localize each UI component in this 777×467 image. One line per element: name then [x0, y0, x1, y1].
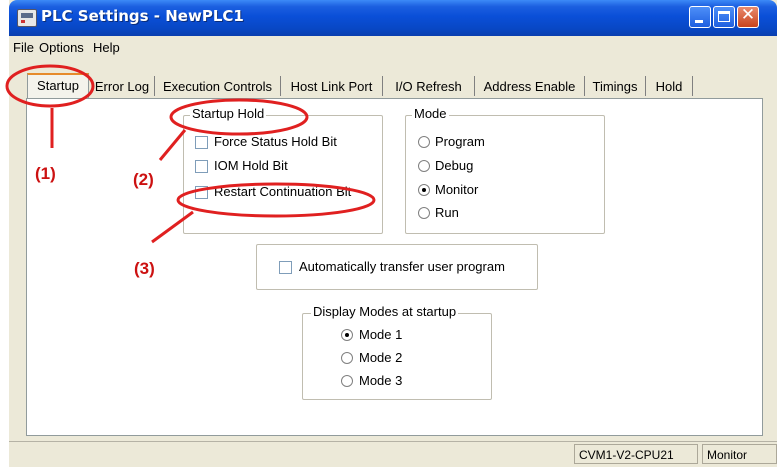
annotation-line-3 [151, 210, 194, 244]
annotation-ellipse-3 [176, 182, 376, 218]
annotation-overlay [5, 64, 376, 244]
annotation-ellipse-1 [5, 64, 95, 108]
annotation-label-2: (2) [133, 170, 154, 189]
annotation-label-1: (1) [35, 164, 56, 183]
annotation-line-2 [158, 129, 187, 161]
annotation-ellipse-2 [169, 98, 309, 136]
annotation-label-3: (3) [134, 259, 155, 278]
